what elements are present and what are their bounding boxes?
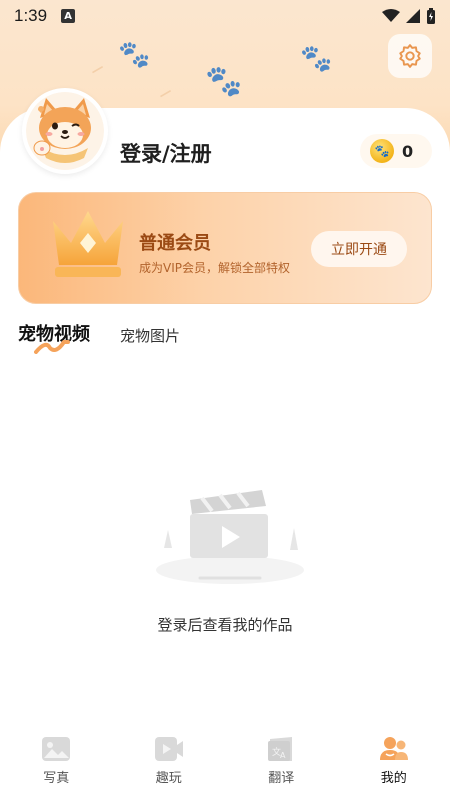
empty-state-message: 登录后查看我的作品	[157, 616, 293, 634]
nav-label: 翻译	[268, 771, 295, 786]
shiba-dog-avatar-icon	[26, 92, 104, 170]
tab-pet-videos[interactable]: 宠物视频	[18, 320, 90, 354]
translate-icon: 文 A	[268, 737, 293, 761]
photo-icon	[42, 737, 71, 761]
avatar[interactable]	[22, 88, 108, 174]
bottom-navigation: 写真 趣玩 文 A 翻译 我的	[0, 728, 450, 800]
play-video-icon	[154, 737, 183, 761]
nav-item-photo[interactable]: 写真	[0, 728, 113, 800]
paw-decoration-icon: 🐾	[205, 64, 243, 99]
svg-text:A: A	[280, 751, 286, 760]
settings-button[interactable]	[388, 34, 432, 78]
status-bar: 1:39 A	[0, 0, 450, 32]
nav-label: 我的	[380, 771, 407, 786]
wifi-icon	[382, 9, 400, 22]
activate-vip-button[interactable]: 立即开通	[311, 231, 407, 267]
tab-pet-images[interactable]: 宠物图片	[120, 325, 180, 346]
notification-badge: A	[61, 9, 76, 23]
active-tab-indicator	[34, 340, 70, 354]
gear-icon	[399, 44, 421, 68]
nav-item-mine[interactable]: 我的	[338, 728, 450, 800]
crown-icon	[53, 211, 123, 277]
vip-subtitle: 成为VIP会员，解锁全部特权	[139, 261, 290, 275]
nav-label: 写真	[43, 771, 70, 786]
status-time: 1:39	[14, 6, 48, 25]
signal-icon	[406, 9, 420, 23]
bone-decoration-icon: ⚊	[152, 77, 175, 102]
profile-icon	[379, 737, 408, 760]
empty-video-illustration-icon	[156, 490, 304, 584]
bone-decoration-icon: ⚊	[84, 53, 107, 78]
vip-banner[interactable]: 普通会员 成为VIP会员，解锁全部特权 立即开通	[18, 192, 432, 304]
nav-label: 趣玩	[155, 771, 182, 786]
content-tabs: 宠物视频 宠物图片	[18, 320, 180, 354]
paw-decoration-icon: 🐾	[118, 40, 151, 70]
nav-item-translate[interactable]: 文 A 翻译	[225, 728, 338, 800]
nav-item-play[interactable]: 趣玩	[113, 728, 226, 800]
paw-decoration-icon: 🐾	[300, 44, 333, 74]
coin-count: 0	[402, 141, 414, 161]
login-register-link[interactable]: 登录/注册	[120, 138, 212, 168]
coin-balance[interactable]: 🐾 0	[360, 134, 432, 168]
vip-title: 普通会员	[139, 233, 211, 254]
battery-icon	[427, 8, 435, 24]
paw-coin-icon: 🐾	[370, 139, 394, 163]
